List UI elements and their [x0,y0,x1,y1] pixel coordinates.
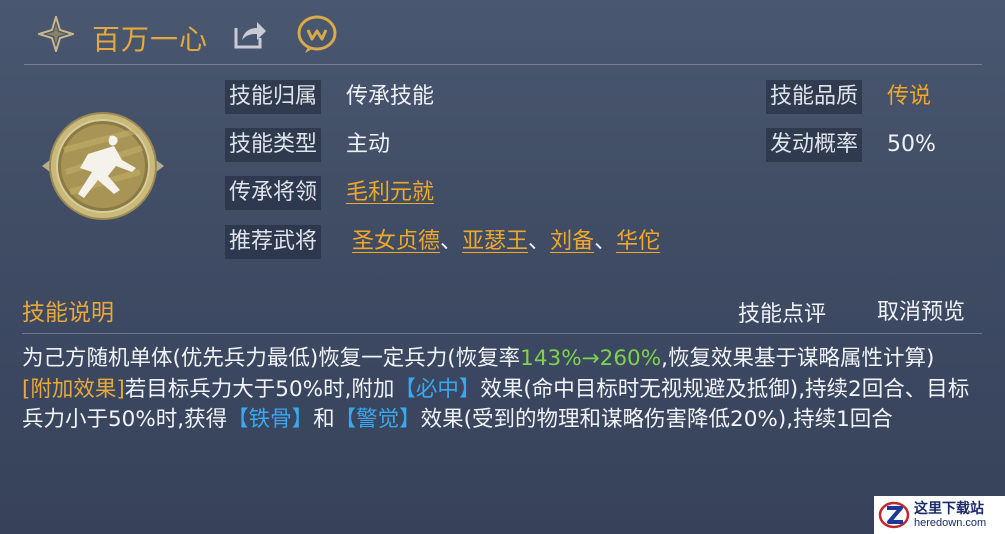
section-title: 技能说明 [22,300,114,326]
ownership-label: 技能归属 [225,80,322,114]
recommended-label: 推荐武将 [225,225,322,259]
effect-keyword[interactable]: 【必中】 [394,377,480,402]
header-divider [24,64,982,65]
four-point-star-icon [35,13,77,55]
chance-value: 50% [887,132,936,157]
quality-value: 传说 [887,84,932,109]
desc-text: 为己方随机单体(优先兵力最低)恢复一定兵力(恢复率 [22,346,521,371]
recommended-general-link[interactable]: 刘备 [550,229,594,254]
desc-text: 若目标兵力大于50%时,附加 [124,376,395,402]
recommended-list: 圣女贞德、亚瑟王、刘备、华佗 [352,227,660,257]
section-divider [22,333,982,334]
effect-keyword[interactable]: 【铁骨】 [227,407,313,432]
effect-keyword[interactable]: 【警觉】 [335,407,421,432]
recommended-general-link[interactable]: 亚瑟王 [462,229,528,254]
type-label: 技能类型 [225,128,322,162]
watermark-name: 这里下载站 [914,501,984,517]
skill-review-button[interactable]: 技能点评 [738,296,826,328]
chance-label: 发动概率 [766,128,863,162]
desc-text: 和 [313,407,335,432]
general-label: 传承将领 [225,176,322,210]
skill-emblem-icon [40,110,166,222]
quality-label: 技能品质 [766,80,863,114]
extra-effect-tag: [附加效果] [22,376,125,402]
list-separator: 、 [440,229,463,254]
recovery-rate: 143%→260% [520,346,662,371]
site-watermark: 这里下载站 heredown.com [874,496,1005,534]
ownership-value: 传承技能 [346,84,435,109]
general-link[interactable]: 毛利元就 [346,178,434,208]
desc-text: 效果(受到的物理和谋略伤害降低20%),持续1回合 [420,407,893,432]
desc-text: ,恢复效果基于谋略属性计算) [661,346,935,371]
skill-description: 为己方随机单体(优先兵力最低)恢复一定兵力(恢复率143%→260%,恢复效果基… [22,344,982,436]
site-logo-icon [878,501,910,529]
cancel-preview-button[interactable]: 取消预览 [877,294,965,326]
type-value: 主动 [346,132,391,157]
list-separator: 、 [528,229,551,254]
share-icon[interactable] [232,18,268,50]
skill-name: 百万一心 [92,23,209,56]
watermark-url: heredown.com [914,517,987,529]
list-separator: 、 [594,229,617,254]
recommended-general-link[interactable]: 华佗 [616,229,660,254]
recommended-general-link[interactable]: 圣女贞德 [352,229,440,254]
chat-bubble-icon[interactable] [296,14,338,54]
